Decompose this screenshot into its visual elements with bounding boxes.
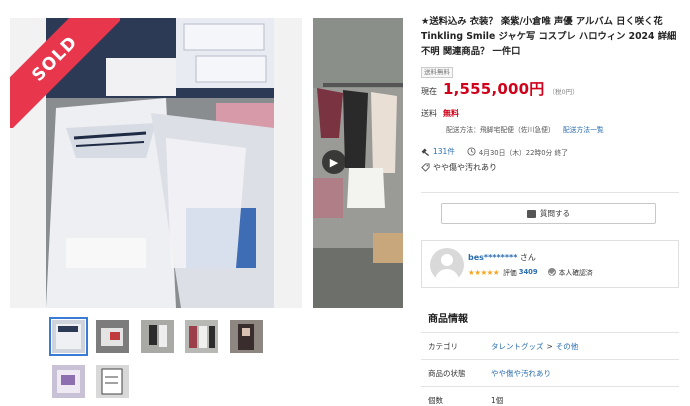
seller-name: bes******** さん [468, 252, 536, 263]
condition-row: やや傷や汚れあり [421, 162, 497, 173]
detail-row-category: カテゴリ タレントグッズ > その他 [421, 333, 679, 360]
ask-question-button[interactable]: 質問する [441, 203, 656, 224]
thumbnail-1[interactable] [49, 317, 88, 356]
clock-icon [467, 147, 476, 156]
listing-title: ★送料込み 衣装？ 楽紫/小倉唯 声優 アルバム 日く咲く花 Tinkling … [421, 16, 677, 57]
category-link-2[interactable]: その他 [556, 341, 579, 352]
sold-ribbon: SOLD [10, 18, 120, 128]
sold-label: SOLD [28, 32, 82, 86]
category-separator: > [546, 341, 553, 351]
bid-count[interactable]: 131件 [433, 146, 455, 157]
listing-header: ★送料込み 衣装？ 楽紫/小倉唯 声優 アルバム 日く咲く花 Tinkling … [421, 14, 679, 78]
end-time: 4月30日（木）22時0分 終了 [478, 148, 569, 157]
chat-icon [527, 209, 536, 218]
ask-question-label: 質問する [540, 209, 570, 218]
next-image-button[interactable]: ▶ [322, 150, 346, 174]
detail-row-condition: 商品の状態 やや傷や汚れあり [421, 360, 679, 387]
rating-label: 評価 [503, 269, 517, 277]
shipping-methods-link[interactable]: 配送方法一覧 [563, 126, 604, 134]
shipping-method-text: 配送方法：飛脚宅配便（佐川急便） [446, 126, 555, 134]
thumbnail-3[interactable] [141, 320, 174, 353]
thumbnail-4[interactable] [185, 320, 218, 353]
quantity-value: 1個 [491, 395, 504, 405]
detail-key: 個数 [428, 395, 443, 405]
tag-icon [421, 163, 430, 172]
detail-row-quantity: 個数 1個 [421, 387, 679, 406]
verified-check-icon [547, 268, 556, 276]
detail-key: 商品の状態 [428, 368, 466, 378]
thumbnail-2[interactable] [96, 320, 129, 353]
seller-avatar[interactable] [430, 248, 464, 282]
seller-card: bes******** さん ★★★★★ 評価 3409 本人確認済 [421, 240, 679, 288]
tax-note: （税0円） [548, 88, 579, 96]
seller-rating: ★★★★★ 評価 3409 本人確認済 [468, 267, 593, 278]
main-product-photo[interactable]: SOLD [10, 18, 302, 308]
shipping-label: 送料 [421, 109, 437, 118]
rating-stars-icon: ★★★★★ [468, 267, 500, 277]
seller-id-link[interactable]: bes******** [468, 253, 517, 262]
price-row: 現在 1,555,000円 （税0円） [421, 78, 579, 99]
details-table: カテゴリ タレントグッズ > その他 商品の状態 やや傷や汚れあり 個数 1個 [421, 332, 679, 406]
bid-row: 131件 4月30日（木）22時0分 終了 [421, 146, 568, 157]
shipping-row: 送料 無料 [421, 108, 459, 119]
gavel-icon [421, 148, 430, 156]
thumbnail-7[interactable] [96, 365, 129, 398]
verified-label: 本人確認済 [558, 269, 593, 277]
divider [421, 192, 679, 193]
condition-summary: やや傷や汚れあり [433, 163, 497, 172]
price-label: 現在 [421, 87, 437, 96]
condition-link[interactable]: やや傷や汚れあり [491, 368, 551, 379]
chevron-right-icon: ▶ [329, 155, 339, 169]
seller-suffix: さん [517, 253, 536, 262]
rating-count-link[interactable]: 3409 [519, 268, 538, 276]
shipping-method: 配送方法：飛脚宅配便（佐川急便） 配送方法一覧 [446, 124, 604, 134]
detail-key: カテゴリ [428, 341, 458, 351]
free-shipping-badge: 送料無料 [421, 67, 453, 78]
category-link-1[interactable]: タレントグッズ [491, 341, 544, 352]
thumbnail-5[interactable] [230, 320, 263, 353]
thumbnail-6[interactable] [52, 365, 85, 398]
shipping-value: 無料 [443, 109, 459, 118]
current-price: 1,555,000円 [443, 80, 545, 98]
details-title: 商品情報 [428, 314, 468, 325]
